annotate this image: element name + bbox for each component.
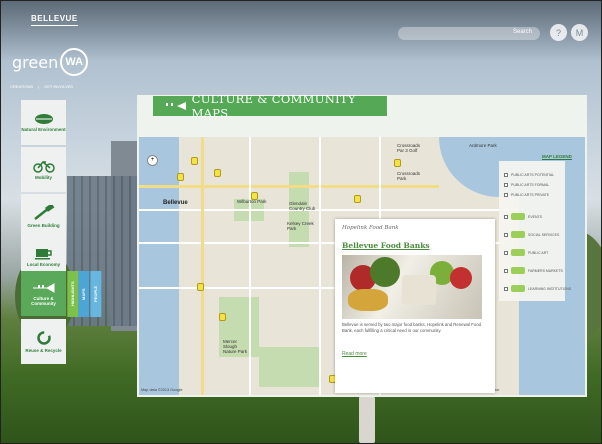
road (139, 185, 439, 188)
zoom-control[interactable]: + (147, 155, 158, 166)
map-pin[interactable] (394, 159, 401, 167)
sidebar-item-label: Reuse & Recycle (25, 348, 62, 353)
map-park-label: Mercer Slough Nature Park (223, 339, 248, 354)
map-park-label: Glendale Country Club (289, 201, 316, 211)
leaf-icon (34, 114, 53, 124)
events-icon (511, 213, 525, 220)
map-pin[interactable] (214, 169, 221, 177)
lake-water (139, 137, 179, 395)
map-pin[interactable] (251, 192, 258, 200)
hammer-icon (33, 205, 54, 220)
map-pin[interactable] (354, 195, 361, 203)
food-bank-photo (342, 255, 482, 319)
sidebar-item-natural-environment[interactable]: Natural Environment (21, 100, 66, 145)
park-area (259, 347, 319, 387)
learning-institutions-icon (511, 285, 525, 292)
search-placeholder: Search (512, 29, 532, 35)
map-city-label: Bellevue (163, 200, 188, 206)
popup-title[interactable]: Bellevue Food Banks (342, 241, 430, 250)
legend-item[interactable]: PUBLIC ARTS FORMAL (504, 183, 549, 187)
trumpet-icon (32, 282, 54, 293)
map-park-label: Ardmore Park (469, 143, 497, 148)
search-input[interactable]: Search (398, 27, 540, 40)
creations-link[interactable]: CREATIONS (10, 84, 33, 89)
panel-header: CULTURE & COMMUNITY MAPS (153, 92, 387, 120)
legend-item[interactable]: FARMERS MARKETS (504, 267, 563, 274)
sidebar-item-label: Local Economy (26, 262, 61, 267)
bicycle-icon (32, 160, 55, 173)
sidebar-item-label: Natural Environment (21, 127, 66, 132)
menu-button[interactable]: M (571, 24, 588, 41)
legend-item[interactable]: SOCIAL SERVICES (504, 231, 559, 238)
road (319, 137, 321, 395)
map-pin[interactable] (177, 173, 184, 181)
coffee-cup-icon (34, 249, 52, 260)
popup-kicker: Hopelink Food Bank (342, 225, 399, 231)
sidebar-item-label: Culture & Community (31, 295, 56, 306)
read-more-link[interactable]: Read more (342, 351, 367, 357)
legend-item[interactable]: PUBLIC ARTS PRIVATE (504, 193, 549, 197)
info-popup: Hopelink Food Bank Bellevue Food Banks B… (335, 219, 495, 393)
sidebar-item-culture-community[interactable]: Culture & Community (21, 271, 66, 316)
recycle-icon (36, 331, 51, 345)
greenwa-logo[interactable]: green WA (12, 48, 89, 76)
farmers-markets-icon (511, 267, 525, 274)
logo-text: green (12, 52, 59, 72)
road (249, 137, 251, 395)
get-involved-link[interactable]: GET INVOLVED (44, 84, 73, 89)
city-name[interactable]: BELLEVUE (31, 14, 78, 26)
logo-badge: WA (60, 48, 89, 76)
road (139, 209, 519, 211)
legend-item[interactable]: EVENTS (504, 213, 542, 220)
sidebar-item-label: Mobility (35, 175, 52, 180)
social-services-icon (511, 231, 525, 238)
tab-people[interactable]: PEOPLE (89, 271, 101, 317)
sidebar-item-reuse-recycle[interactable]: Reuse & Recycle (21, 319, 66, 364)
sidebar-item-mobility[interactable]: Mobility (21, 147, 66, 192)
map-legend-link[interactable]: MAP LEGEND (542, 154, 572, 159)
map-park-label: Kelsey Creek Park (287, 221, 314, 231)
legend-item[interactable]: PUBLIC ART (504, 249, 548, 256)
public-art-icon (511, 249, 525, 256)
popup-description: Bellevue is served by two major food ban… (342, 322, 482, 333)
map-pin[interactable] (219, 313, 226, 321)
background-person (359, 393, 375, 443)
header-links: CREATIONS | GET INVOLVED (10, 84, 74, 89)
help-button[interactable]: ? (550, 24, 567, 41)
legend-item[interactable]: LEARNING INSTITUTIONS (504, 285, 571, 292)
tab-highlights[interactable]: HIGHLIGHTS (67, 271, 79, 317)
subtabs: HIGHLIGHTS MAPS PEOPLE (67, 271, 101, 317)
sidebar-item-label: Green Building (27, 223, 60, 228)
sidebar-item-green-building[interactable]: Green Building (21, 194, 66, 239)
map-pin[interactable] (197, 283, 204, 291)
map-pin[interactable] (191, 157, 198, 165)
legend-item[interactable]: PUBLIC ARTS POTENTIAL (504, 173, 554, 177)
trumpet-icon (160, 102, 186, 110)
tab-maps[interactable]: MAPS (78, 271, 90, 317)
map-park-label: Crossroads Park (397, 171, 421, 181)
app-frame: BELLEVUE green WA CREATIONS | GET INVOLV… (0, 0, 602, 444)
road (139, 287, 339, 289)
panel-title: CULTURE & COMMUNITY MAPS (191, 92, 356, 120)
road (201, 137, 204, 395)
map-park-label: Crossroads Par 3 Golf (397, 143, 421, 153)
map-attribution: Map data ©2013 Google (141, 388, 183, 392)
